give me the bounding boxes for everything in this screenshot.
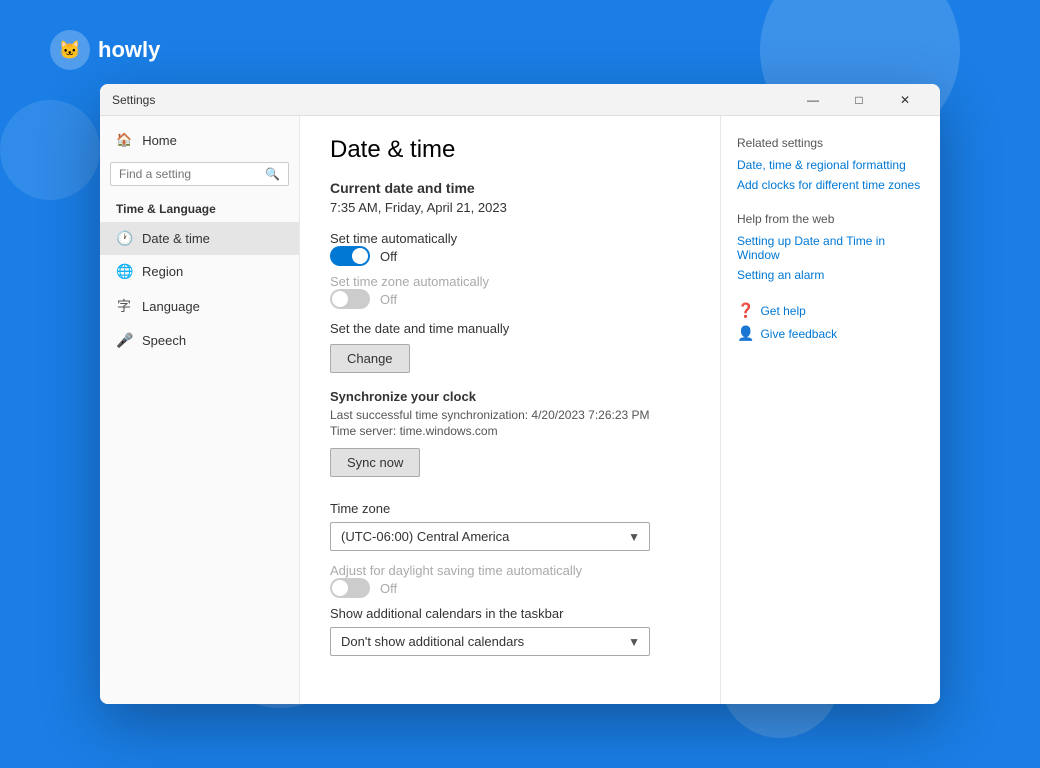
howly-title: howly <box>98 37 160 63</box>
sidebar-search-box[interactable]: 🔍 <box>110 162 289 186</box>
howly-branding: 🐱 howly <box>50 30 160 70</box>
set-timezone-auto-state: Off <box>380 292 397 307</box>
set-time-auto-toggle[interactable] <box>330 246 370 266</box>
help-section: Help from the web Setting up Date and Ti… <box>737 212 924 282</box>
timezone-select-wrapper: (UTC-06:00) Central America (UTC-05:00) … <box>330 522 650 551</box>
main-content: Date & time Current date and time 7:35 A… <box>300 116 720 704</box>
actions-section: ❓ Get help 👤 Give feedback <box>737 302 924 342</box>
sidebar-item-date-time[interactable]: 🕐 Date & time <box>100 222 299 255</box>
daylight-thumb <box>332 580 348 596</box>
language-icon: 字 <box>116 296 132 316</box>
settings-window: Settings — □ ✕ 🏠 Home 🔍 Time & Language <box>100 84 940 704</box>
bg-decoration-4 <box>0 100 100 200</box>
region-icon: 🌐 <box>116 263 132 280</box>
related-link-datetime[interactable]: Date, time & regional formatting <box>737 158 924 172</box>
give-feedback-label: Give feedback <box>760 327 837 341</box>
help-link-setup[interactable]: Setting up Date and Time in Window <box>737 234 924 262</box>
titlebar: Settings — □ ✕ <box>100 84 940 116</box>
howly-logo: 🐱 <box>50 30 90 70</box>
give-feedback-icon: 👤 <box>737 325 754 342</box>
sidebar-item-language-label: Language <box>142 299 200 314</box>
taskbar-calendar-select[interactable]: Don't show additional calendars Simplifi… <box>330 627 650 656</box>
home-icon: 🏠 <box>116 132 132 148</box>
get-help-label: Get help <box>760 304 805 318</box>
timezone-select[interactable]: (UTC-06:00) Central America (UTC-05:00) … <box>330 522 650 551</box>
sidebar-item-region-label: Region <box>142 264 183 279</box>
set-timezone-auto-thumb <box>332 291 348 307</box>
date-time-icon: 🕐 <box>116 230 132 247</box>
titlebar-title: Settings <box>112 93 790 107</box>
maximize-button[interactable]: □ <box>836 84 882 116</box>
sidebar-item-speech[interactable]: 🎤 Speech <box>100 324 299 357</box>
sidebar-home-label: Home <box>142 133 177 148</box>
sync-server-info: Time server: time.windows.com <box>330 424 690 438</box>
daylight-toggle[interactable] <box>330 578 370 598</box>
daylight-toggle-row: Off <box>330 578 690 598</box>
sidebar-item-speech-label: Speech <box>142 333 186 348</box>
set-timezone-auto-row: Off <box>330 289 690 309</box>
search-input[interactable] <box>119 167 265 181</box>
window-wrapper: Settings — □ ✕ 🏠 Home 🔍 Time & Language <box>100 84 940 704</box>
sidebar-item-date-time-label: Date & time <box>142 231 210 246</box>
current-time-display: 7:35 AM, Friday, April 21, 2023 <box>330 200 690 215</box>
related-link-clocks[interactable]: Add clocks for different time zones <box>737 178 924 192</box>
set-timezone-auto-label: Set time zone automatically <box>330 274 690 289</box>
search-icon: 🔍 <box>265 167 280 181</box>
related-settings-section: Related settings Date, time & regional f… <box>737 136 924 192</box>
minimize-button[interactable]: — <box>790 84 836 116</box>
taskbar-calendar-select-wrapper: Don't show additional calendars Simplifi… <box>330 627 650 656</box>
sidebar: 🏠 Home 🔍 Time & Language 🕐 Date & time 🌐… <box>100 116 300 704</box>
give-feedback-action[interactable]: 👤 Give feedback <box>737 325 924 342</box>
close-button[interactable]: ✕ <box>882 84 928 116</box>
taskbar-calendar-label: Show additional calendars in the taskbar <box>330 606 690 621</box>
daylight-label: Adjust for daylight saving time automati… <box>330 563 690 578</box>
help-title: Help from the web <box>737 212 924 226</box>
set-time-auto-state: Off <box>380 249 397 264</box>
sidebar-home[interactable]: 🏠 Home <box>100 124 299 156</box>
sidebar-item-language[interactable]: 字 Language <box>100 288 299 324</box>
speech-icon: 🎤 <box>116 332 132 349</box>
set-manually-label: Set the date and time manually <box>330 321 690 336</box>
window-body: 🏠 Home 🔍 Time & Language 🕐 Date & time 🌐… <box>100 116 940 704</box>
daylight-state: Off <box>380 581 397 596</box>
get-help-icon: ❓ <box>737 302 754 319</box>
sidebar-item-region[interactable]: 🌐 Region <box>100 255 299 288</box>
set-timezone-auto-toggle[interactable] <box>330 289 370 309</box>
set-time-auto-row: Off <box>330 246 690 266</box>
set-time-auto-thumb <box>352 248 368 264</box>
page-title: Date & time <box>330 136 690 164</box>
sync-now-button[interactable]: Sync now <box>330 448 420 477</box>
sync-last-info: Last successful time synchronization: 4/… <box>330 408 690 422</box>
sync-clock-label: Synchronize your clock <box>330 389 690 404</box>
get-help-action[interactable]: ❓ Get help <box>737 302 924 319</box>
right-panel: Related settings Date, time & regional f… <box>720 116 940 704</box>
current-section-label: Current date and time <box>330 180 690 196</box>
help-link-alarm[interactable]: Setting an alarm <box>737 268 924 282</box>
set-time-auto-label: Set time automatically <box>330 231 690 246</box>
titlebar-controls: — □ ✕ <box>790 84 928 116</box>
sidebar-section-header: Time & Language <box>100 196 299 222</box>
related-settings-title: Related settings <box>737 136 924 150</box>
timezone-label: Time zone <box>330 501 690 516</box>
change-button[interactable]: Change <box>330 344 410 373</box>
